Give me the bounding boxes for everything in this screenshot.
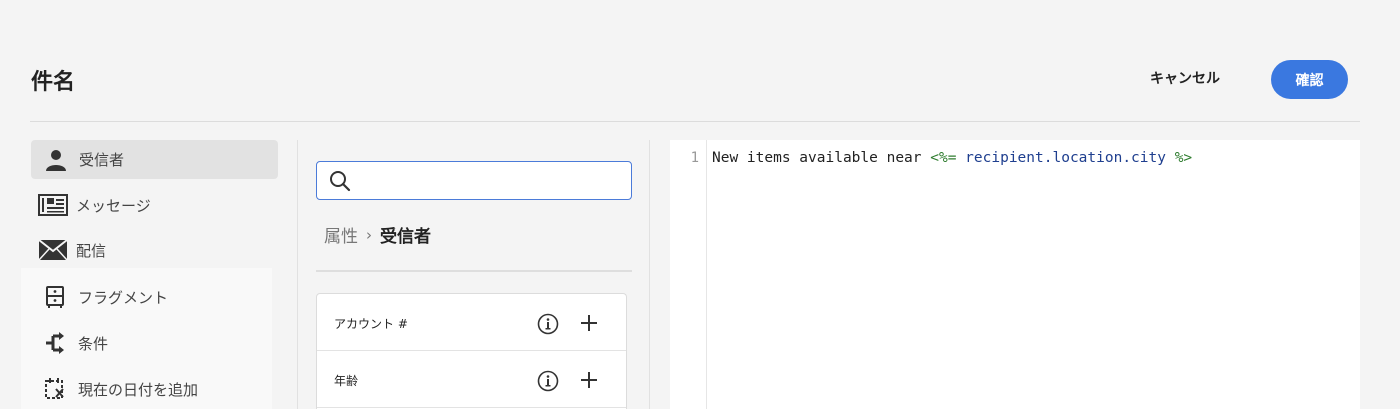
breadcrumb-current: 受信者 bbox=[380, 227, 431, 247]
sidebar-item-add-current-date[interactable]: 現在の日付を追加 bbox=[40, 377, 198, 401]
sidebar-item-label: メッセージ bbox=[76, 196, 151, 215]
column-divider bbox=[297, 140, 298, 409]
sidebar-item-recipient[interactable]: 受信者 bbox=[31, 140, 278, 179]
attribute-label: 年齢 bbox=[334, 374, 359, 388]
list-item[interactable]: アカウント # bbox=[317, 294, 626, 351]
code-expression: recipient.location.city bbox=[956, 150, 1175, 166]
sidebar-item-label: 配信 bbox=[76, 241, 107, 260]
expression-editor-dialog: 件名 キャンセル 確認 受信者 メッセージ 配信 フラグメント 条件 現在の日付… bbox=[0, 0, 1400, 409]
cancel-button[interactable]: キャンセル bbox=[1150, 68, 1220, 88]
info-icon[interactable] bbox=[537, 370, 559, 396]
attribute-label: アカウント # bbox=[334, 317, 408, 331]
code-tag-close: %> bbox=[1174, 150, 1193, 166]
confirm-button[interactable]: 確認 bbox=[1271, 60, 1348, 99]
calendar-add-icon bbox=[40, 377, 70, 401]
sidebar-item-delivery[interactable]: 配信 bbox=[38, 238, 106, 262]
header-divider bbox=[30, 121, 1360, 122]
sidebar-item-label: 条件 bbox=[78, 334, 109, 353]
sidebar-item-fragment[interactable]: フラグメント bbox=[40, 285, 168, 309]
sidebar-item-label: フラグメント bbox=[78, 288, 169, 307]
breadcrumb-parent[interactable]: 属性 bbox=[324, 222, 358, 247]
code-editor[interactable]: 1 New items available near <%= recipient… bbox=[670, 140, 1360, 409]
newspaper-icon bbox=[38, 193, 68, 217]
search-input[interactable] bbox=[361, 168, 621, 194]
code-tag-open: <%= bbox=[930, 150, 957, 166]
search-icon bbox=[329, 170, 351, 196]
attribute-list: アカウント # 年齢 bbox=[316, 293, 627, 409]
sidebar-item-message[interactable]: メッセージ bbox=[38, 193, 151, 217]
code-text: New items available near bbox=[712, 150, 931, 166]
breadcrumb: 属性 › 受信者 bbox=[324, 222, 431, 248]
fragment-icon bbox=[40, 285, 70, 309]
list-item[interactable]: 年齢 bbox=[317, 351, 626, 408]
section-divider bbox=[316, 270, 632, 272]
sidebar-item-condition[interactable]: 条件 bbox=[40, 331, 108, 355]
code-line[interactable]: New items available near <%= recipient.l… bbox=[712, 150, 1192, 166]
sidebar-item-label: 現在の日付を追加 bbox=[78, 380, 199, 399]
chevron-right-icon: › bbox=[366, 225, 372, 244]
add-icon[interactable] bbox=[580, 371, 598, 393]
sidebar-item-label: 受信者 bbox=[79, 151, 125, 169]
column-divider bbox=[649, 140, 650, 409]
search-field[interactable] bbox=[316, 161, 632, 200]
page-title: 件名 bbox=[31, 70, 76, 95]
envelope-icon bbox=[38, 238, 68, 262]
branch-icon bbox=[40, 331, 70, 355]
line-gutter: 1 bbox=[670, 140, 707, 409]
line-number: 1 bbox=[690, 150, 699, 166]
info-icon[interactable] bbox=[537, 313, 559, 339]
user-icon bbox=[41, 148, 71, 172]
add-icon[interactable] bbox=[580, 314, 598, 336]
